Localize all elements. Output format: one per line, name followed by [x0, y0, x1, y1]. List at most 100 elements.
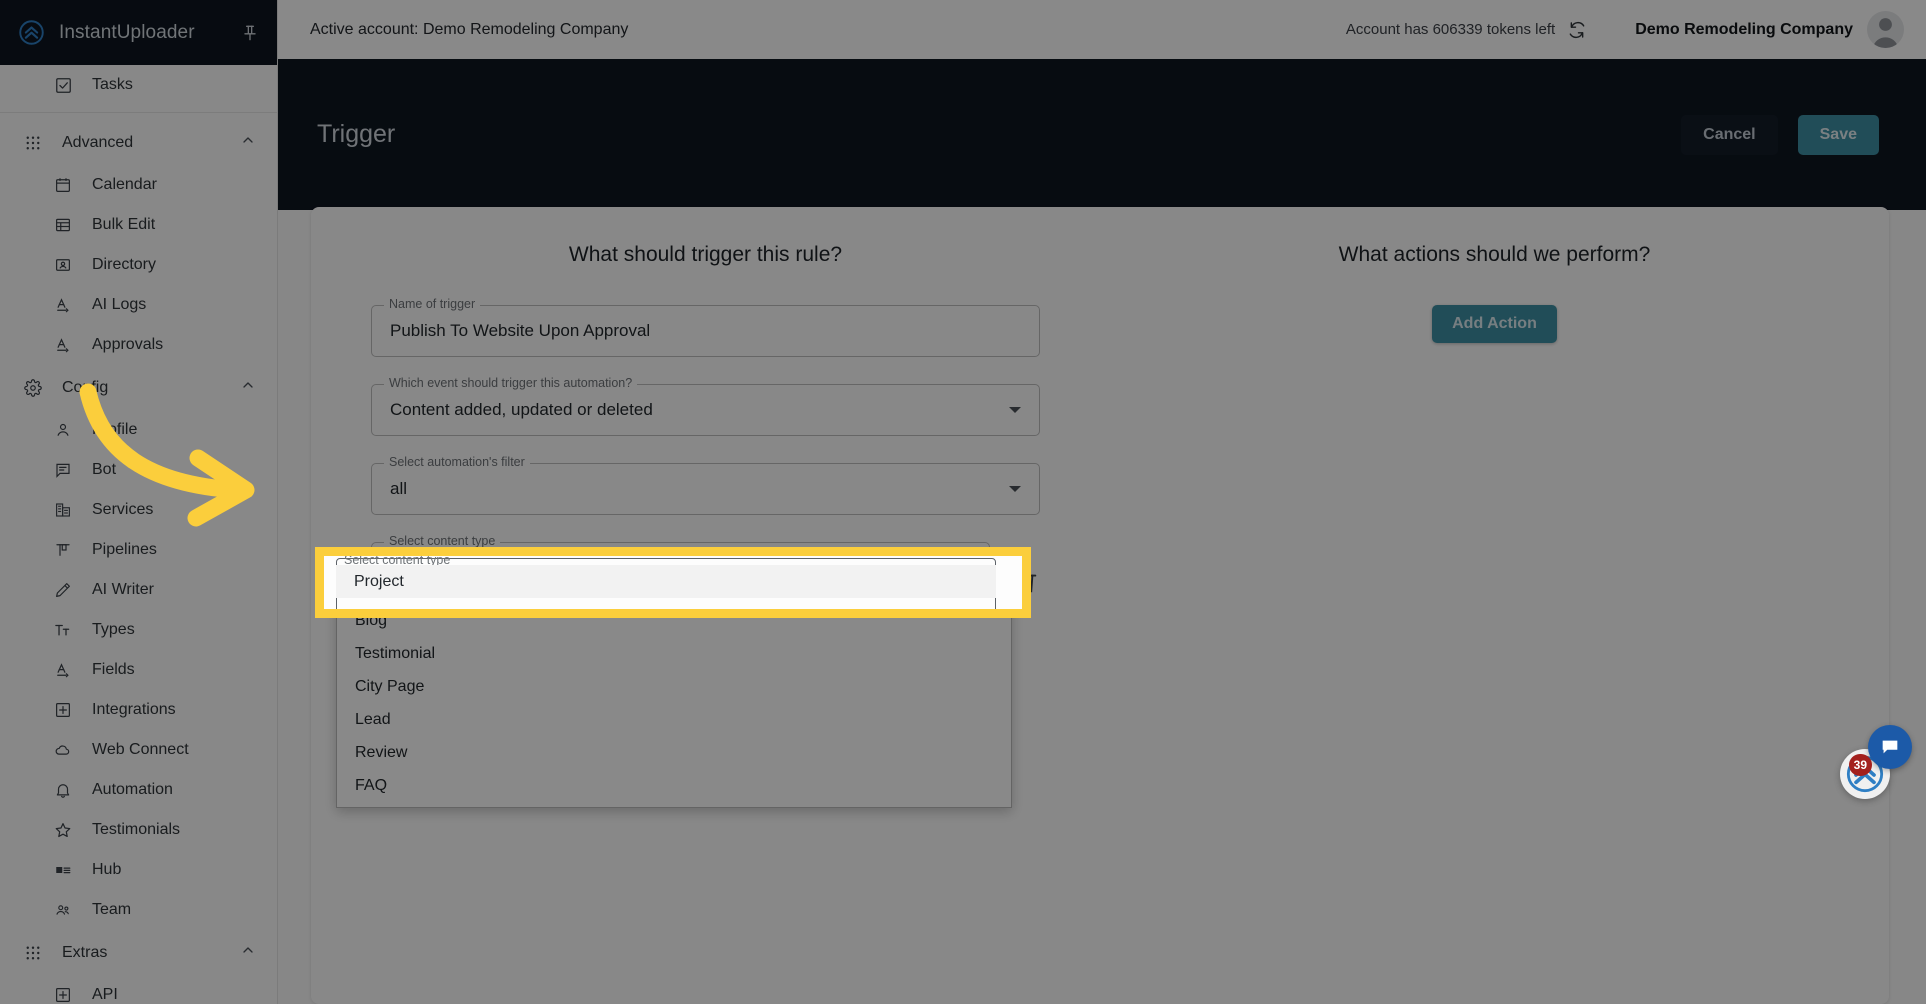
bell-icon	[53, 780, 73, 800]
trigger-fields: Name of trigger Publish To Website Upon …	[311, 297, 1100, 621]
sidebar-item-calendar[interactable]: Calendar	[0, 165, 277, 205]
sidebar-item-services[interactable]: Services	[0, 490, 277, 530]
sidebar-item-bot[interactable]: Bot	[0, 450, 277, 490]
sidebar-item-label: Bulk Edit	[92, 216, 156, 233]
media-list-icon	[53, 860, 73, 880]
field-legend: Select content type	[384, 534, 501, 548]
sidebar-item-label: Calendar	[92, 176, 157, 193]
dropdown-option[interactable]: Review	[337, 736, 1011, 769]
person-icon	[53, 420, 73, 440]
sidebar-group-advanced[interactable]: Advanced	[0, 120, 277, 165]
sidebar-item-label: Approvals	[92, 336, 164, 353]
pin-icon[interactable]	[240, 23, 260, 43]
sidebar-item-label: API	[92, 986, 118, 1003]
sidebar-item-label: Hub	[92, 861, 122, 878]
sidebar-item-tasks[interactable]: Tasks	[0, 65, 277, 105]
trigger-name-field[interactable]: Name of trigger Publish To Website Upon …	[371, 297, 1040, 357]
sidebar-item-approvals[interactable]: Approvals	[0, 325, 277, 365]
sidebar-group-config[interactable]: Config	[0, 365, 277, 410]
topbar: Active account: Demo Remodeling Company …	[278, 0, 1926, 59]
sidebar-item-ai-writer[interactable]: AI Writer	[0, 570, 277, 610]
dropdown-option[interactable]: Blog	[337, 604, 1011, 637]
content-type-dropdown-lower[interactable]: Blog Testimonial City Page Lead Review F…	[336, 604, 1012, 808]
sidebar-item-team[interactable]: Team	[0, 890, 277, 930]
text-format-icon	[53, 660, 73, 680]
sidebar-item-testimonials[interactable]: Testimonials	[0, 810, 277, 850]
token-count-label: Account has 606339 tokens left	[1345, 21, 1556, 38]
trigger-event-select[interactable]: Which event should trigger this automati…	[371, 376, 1040, 436]
page-header-actions: Cancel Save	[1681, 114, 1879, 155]
trigger-event-value: Content added, updated or deleted	[390, 400, 653, 419]
chevron-up-icon	[240, 942, 256, 963]
sidebar-divider	[0, 112, 277, 113]
sidebar-item-label: Integrations	[92, 701, 176, 718]
sidebar-item-label: Types	[92, 621, 135, 638]
page-header: Trigger Cancel Save	[278, 59, 1926, 210]
dropdown-option[interactable]: City Page	[337, 670, 1011, 703]
sidebar-item-label: Automation	[92, 781, 173, 798]
chevrons-up-circle-icon	[18, 19, 45, 46]
chat-bubble-button[interactable]	[1868, 725, 1912, 769]
sidebar-item-label: Directory	[92, 256, 157, 273]
text-format-icon	[53, 295, 73, 315]
sidebar-item-label: Bot	[92, 461, 117, 478]
content-type-select[interactable]: Select content type	[371, 534, 990, 594]
save-button[interactable]: Save	[1797, 114, 1879, 155]
automation-filter-value: all	[390, 479, 408, 498]
checkbox-icon	[53, 75, 73, 95]
sidebar-brand[interactable]: InstantUploader	[0, 0, 277, 65]
refresh-icon[interactable]	[1567, 20, 1587, 40]
plus-square-icon	[53, 700, 73, 720]
chevron-down-icon	[1009, 486, 1021, 492]
sidebar-item-hub[interactable]: Hub	[0, 850, 277, 890]
sidebar-item-label: Testimonials	[92, 821, 181, 838]
chat-unread-badge: 39	[1848, 754, 1872, 776]
pencil-icon	[53, 580, 73, 600]
sidebar-group-label: Extras	[62, 943, 108, 961]
topbar-right: Account has 606339 tokens left Demo Remo…	[1346, 11, 1904, 48]
id-card-icon	[53, 255, 73, 275]
sidebar-group-label: Advanced	[62, 133, 134, 151]
sidebar-item-label: Pipelines	[92, 541, 157, 558]
sidebar-group-label: Config	[62, 378, 109, 396]
calendar-icon	[53, 175, 73, 195]
sidebar-item-pipelines[interactable]: Pipelines	[0, 530, 277, 570]
actions-panel: What actions should we perform? Add Acti…	[1100, 207, 1889, 1004]
cancel-button[interactable]: Cancel	[1681, 114, 1778, 155]
sidebar-item-directory[interactable]: Directory	[0, 245, 277, 285]
people-icon	[53, 900, 73, 920]
sidebar-nav: Tasks Advanced Calendar Bulk Edit Direct…	[0, 65, 277, 1004]
building-icon	[53, 500, 73, 520]
automation-filter-select[interactable]: Select automation's filter all	[371, 455, 1040, 515]
sidebar-item-label: AI Logs	[92, 296, 147, 313]
plus-square-icon	[53, 985, 73, 1004]
table-rows-icon	[53, 215, 73, 235]
sidebar-item-label: Team	[92, 901, 132, 918]
sidebar-item-api[interactable]: API	[0, 975, 277, 1004]
cloud-icon	[53, 740, 73, 760]
sidebar-item-types[interactable]: Types	[0, 610, 277, 650]
active-account-label: Active account: Demo Remodeling Company	[310, 20, 629, 38]
sidebar-item-label: Services	[92, 501, 154, 518]
sidebar-item-bulk-edit[interactable]: Bulk Edit	[0, 205, 277, 245]
sidebar-item-profile[interactable]: Profile	[0, 410, 277, 450]
field-legend: Which event should trigger this automati…	[384, 376, 638, 390]
trigger-panel-title: What should trigger this rule?	[568, 243, 843, 266]
avatar[interactable]	[1867, 11, 1904, 48]
add-action-button[interactable]: Add Action	[1432, 305, 1557, 343]
field-legend: Select automation's filter	[384, 455, 530, 469]
dropdown-option[interactable]: FAQ	[337, 769, 1011, 802]
pipeline-icon	[53, 540, 73, 560]
dropdown-option[interactable]: Lead	[337, 703, 1011, 736]
trash-icon[interactable]	[1012, 568, 1040, 596]
sidebar-item-web-connect[interactable]: Web Connect	[0, 730, 277, 770]
sidebar-item-ai-logs[interactable]: AI Logs	[0, 285, 277, 325]
sidebar-item-integrations[interactable]: Integrations	[0, 690, 277, 730]
sidebar: InstantUploader Tasks Advanced Calendar …	[0, 0, 278, 1004]
dropdown-option[interactable]: Testimonial	[337, 637, 1011, 670]
brand-name: InstantUploader	[59, 21, 195, 43]
trigger-name-value: Publish To Website Upon Approval	[390, 321, 651, 340]
sidebar-group-extras[interactable]: Extras	[0, 930, 277, 975]
sidebar-item-automation[interactable]: Automation	[0, 770, 277, 810]
sidebar-item-fields[interactable]: Fields	[0, 650, 277, 690]
